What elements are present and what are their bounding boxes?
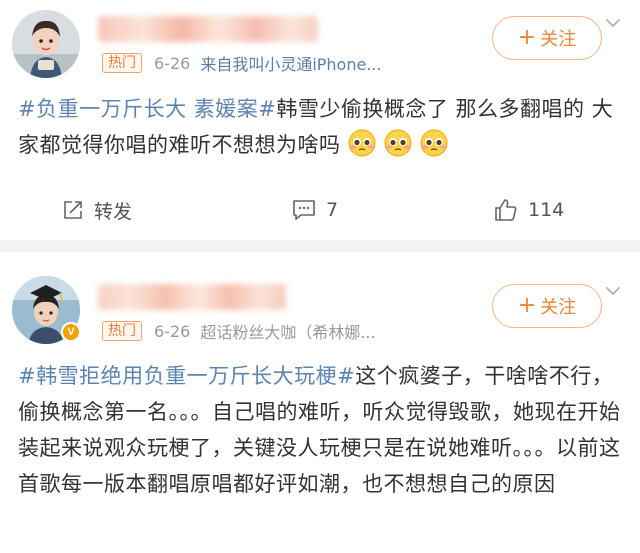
verified-badge: V <box>61 322 81 342</box>
repost-label: 转发 <box>94 200 133 223</box>
like-button[interactable]: 114 <box>494 190 564 230</box>
plus-icon: + <box>517 293 537 318</box>
weibo-post: 热门 6-26 超话粉丝大咖（希林娜... + 关注 #韩雪拒绝用负重一万斤长大… <box>0 252 640 553</box>
thumbs-up-icon <box>495 199 517 221</box>
post-separator <box>0 240 640 252</box>
follow-label: 关注 <box>540 297 577 318</box>
repost-icon <box>64 201 82 219</box>
like-count: 114 <box>528 199 565 221</box>
comment-count: 7 <box>326 199 339 221</box>
blurred-username <box>98 284 286 310</box>
repost-button[interactable]: 转发 <box>62 190 132 230</box>
hot-tag: 热门 <box>102 53 142 73</box>
post-meta: 热门 6-26 超话粉丝大咖（希林娜... <box>102 320 376 342</box>
post-source[interactable]: 来自我叫小灵通iPhone... <box>200 51 381 75</box>
chevron-down-icon[interactable] <box>604 14 622 32</box>
avatar[interactable] <box>12 10 80 78</box>
action-bar: 转发 7 114 <box>0 190 640 230</box>
weibo-post: 热门 6-26 来自我叫小灵通iPhone... + 关注 #负重一万斤长大 素… <box>0 0 640 240</box>
post-time: 6-26 <box>154 321 191 341</box>
post-time: 6-26 <box>154 53 191 73</box>
post-source[interactable]: 超话粉丝大咖（希林娜... <box>200 319 375 343</box>
post-content: #韩雪拒绝用负重一万斤长大玩梗#这个疯婆子，干啥啥不行，偷换概念第一名。。。自己… <box>18 358 626 502</box>
avatar-image <box>12 10 80 78</box>
comment-icon <box>293 200 315 220</box>
post-content: #负重一万斤长大 素媛案#韩雪少偷换概念了 那么多翻唱的 大家都觉得你唱的难听不… <box>18 91 626 163</box>
comment-button[interactable]: 7 <box>292 190 338 230</box>
plus-icon: + <box>517 25 537 50</box>
follow-button[interactable]: + 关注 <box>492 16 602 60</box>
chevron-down-icon[interactable] <box>604 282 622 300</box>
pleading-face-emoji <box>419 128 449 158</box>
post-meta: 热门 6-26 来自我叫小灵通iPhone... <box>102 52 382 74</box>
topic-link[interactable]: #韩雪拒绝用负重一万斤长大玩梗# <box>18 364 355 388</box>
topic-link[interactable]: #负重一万斤长大 素媛案# <box>18 97 276 121</box>
pleading-face-emoji <box>383 128 413 158</box>
follow-label: 关注 <box>540 29 577 50</box>
follow-button[interactable]: + 关注 <box>492 284 602 328</box>
hot-tag: 热门 <box>102 321 142 341</box>
blurred-username <box>98 16 318 42</box>
pleading-face-emoji <box>347 128 377 158</box>
